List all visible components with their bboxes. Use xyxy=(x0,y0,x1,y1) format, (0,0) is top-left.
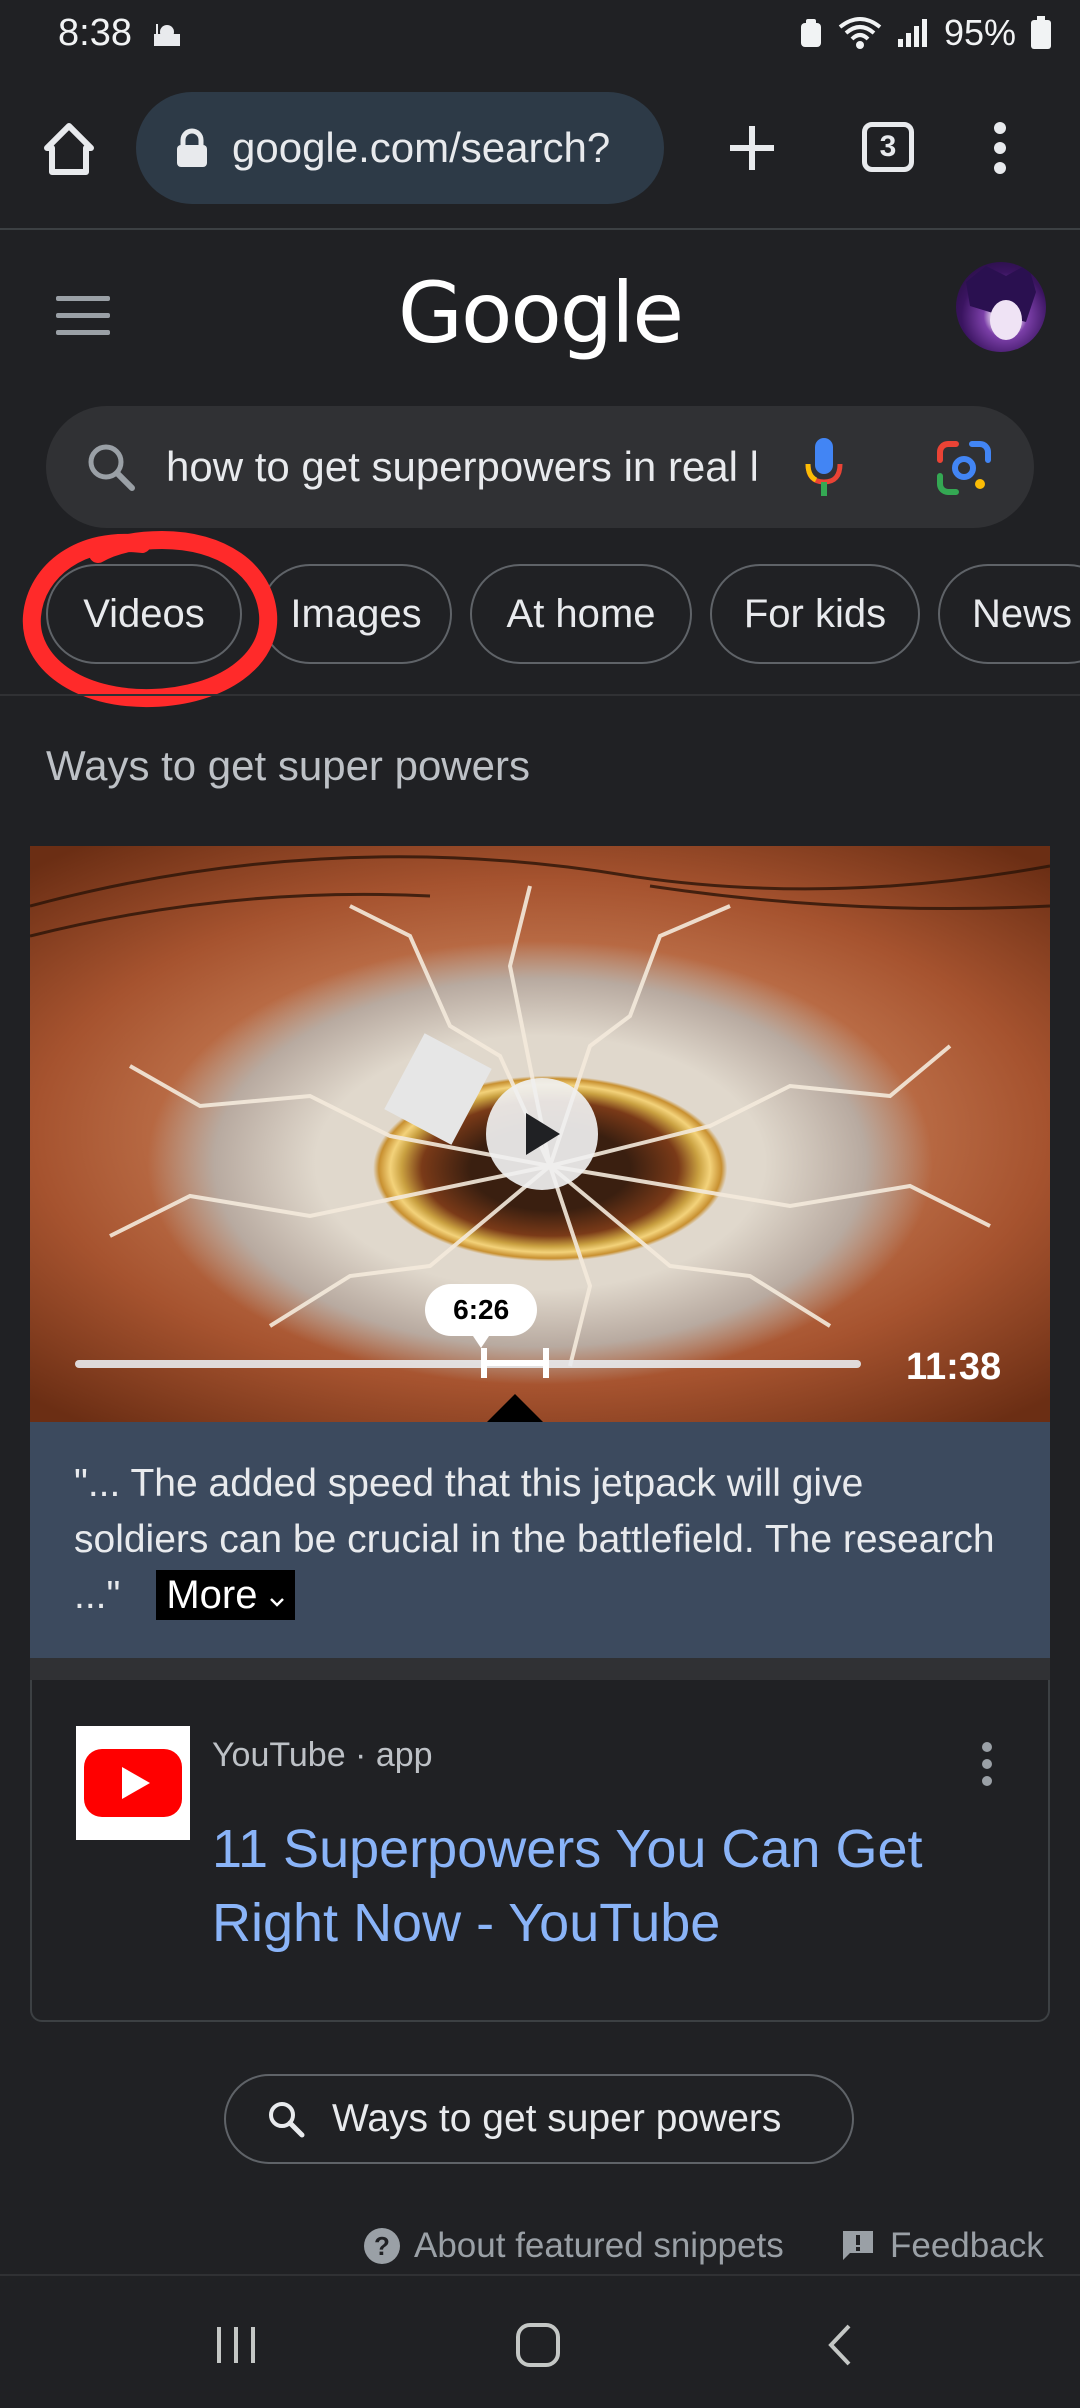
system-navigation-bar xyxy=(0,2274,1080,2408)
about-featured-snippets-link[interactable]: ? About featured snippets xyxy=(362,2226,784,2266)
browser-toolbar: google.com/search? 3 xyxy=(0,72,1080,230)
result-source: YouTube · app xyxy=(212,1736,433,1774)
chip-at-home[interactable]: At home xyxy=(470,564,692,664)
tab-switcher-button[interactable]: 3 xyxy=(862,122,914,172)
snippet-footer: ? About featured snippets Feedback xyxy=(0,2226,1080,2276)
more-button[interactable]: More xyxy=(156,1570,295,1620)
related-search-chip[interactable]: Ways to get super powers xyxy=(224,2074,854,2164)
google-logo[interactable]: Google xyxy=(0,264,1080,362)
search-icon xyxy=(269,2102,305,2138)
search-filter-chips: Videos Images At home For kids News xyxy=(0,562,1080,666)
svg-text:?: ? xyxy=(374,2231,390,2261)
search-box[interactable]: how to get superpowers in real life xyxy=(46,406,1034,528)
status-icons: 95% xyxy=(798,12,1052,54)
status-time: 8:38 xyxy=(58,12,132,54)
youtube-icon xyxy=(76,1726,190,1840)
chips-divider xyxy=(0,694,1080,696)
timestamp-pointer xyxy=(485,1394,546,1422)
mosque-notification-icon xyxy=(154,24,180,46)
snippet-separator xyxy=(30,1658,1050,1680)
result-title-link[interactable]: 11 Superpowers You Can Get Right Now - Y… xyxy=(212,1812,1012,1960)
microphone-icon[interactable] xyxy=(804,436,844,498)
home-nav-icon[interactable] xyxy=(508,2320,568,2370)
back-icon[interactable] xyxy=(810,2320,870,2370)
account-avatar[interactable] xyxy=(956,262,1046,352)
address-bar[interactable]: google.com/search? xyxy=(136,92,664,204)
transcript-snippet: "... The added speed that this jetpack w… xyxy=(30,1422,1050,1658)
wifi-icon xyxy=(838,17,882,49)
feedback-link[interactable]: Feedback xyxy=(840,2226,1044,2266)
play-button[interactable] xyxy=(486,1078,598,1190)
battery-percent: 95% xyxy=(943,12,1016,53)
battery-icon xyxy=(1031,16,1051,49)
play-icon xyxy=(526,1113,560,1155)
search-icon[interactable] xyxy=(84,440,138,494)
clip-range-handle[interactable] xyxy=(479,1346,551,1380)
chip-news[interactable]: News xyxy=(938,564,1080,664)
chevron-down-icon xyxy=(269,1598,284,1607)
new-tab-icon[interactable] xyxy=(722,118,782,178)
video-timestamp: 6:26 xyxy=(425,1284,538,1348)
help-icon: ? xyxy=(364,2228,400,2264)
about-featured-snippets-label: About featured snippets xyxy=(414,2226,784,2265)
home-icon[interactable] xyxy=(36,112,102,184)
address-url: google.com/search? xyxy=(232,124,611,171)
status-bar: 8:38 95% xyxy=(0,0,1080,72)
chip-for-kids[interactable]: For kids xyxy=(710,564,920,664)
google-header: Google xyxy=(0,232,1080,392)
lock-icon xyxy=(177,128,207,167)
overflow-menu-icon[interactable] xyxy=(982,116,1018,180)
feedback-icon xyxy=(843,2231,873,2260)
related-search-label: Ways to get super powers xyxy=(332,2097,782,2140)
search-query[interactable]: how to get superpowers in real life xyxy=(166,443,756,491)
search-result: YouTube · app 11 Superpowers You Can Get… xyxy=(30,1680,1050,2022)
recycle-notification-icon xyxy=(800,19,821,47)
signal-icon xyxy=(897,19,927,47)
feedback-label: Feedback xyxy=(890,2226,1044,2265)
google-lens-icon[interactable] xyxy=(936,440,992,496)
video-progress-bar[interactable] xyxy=(75,1360,861,1368)
chip-images[interactable]: Images xyxy=(260,564,452,664)
chip-videos[interactable]: Videos xyxy=(46,564,242,664)
featured-snippet-heading: Ways to get super powers xyxy=(46,742,530,789)
video-duration: 11:38 xyxy=(906,1346,1002,1388)
more-label: More xyxy=(166,1573,258,1617)
recents-icon[interactable] xyxy=(206,2320,266,2370)
result-more-icon[interactable] xyxy=(982,1742,994,1786)
video-preview[interactable]: 6:26 11:38 xyxy=(30,846,1050,1422)
